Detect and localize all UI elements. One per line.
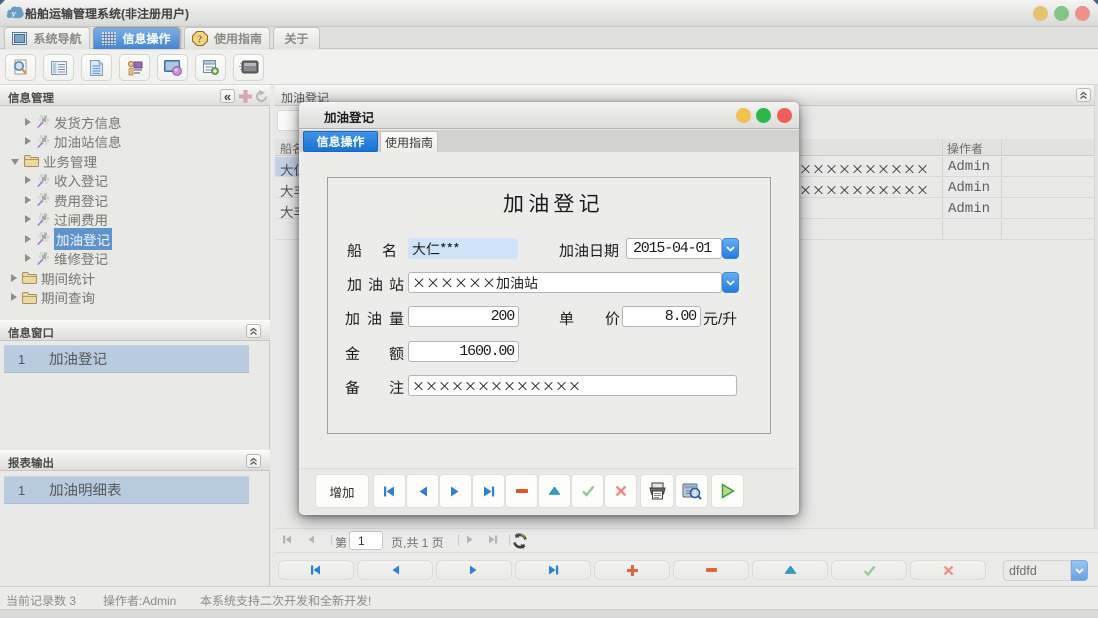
svg-text:?: ? [197, 34, 203, 46]
svg-text:y: y [11, 9, 17, 19]
